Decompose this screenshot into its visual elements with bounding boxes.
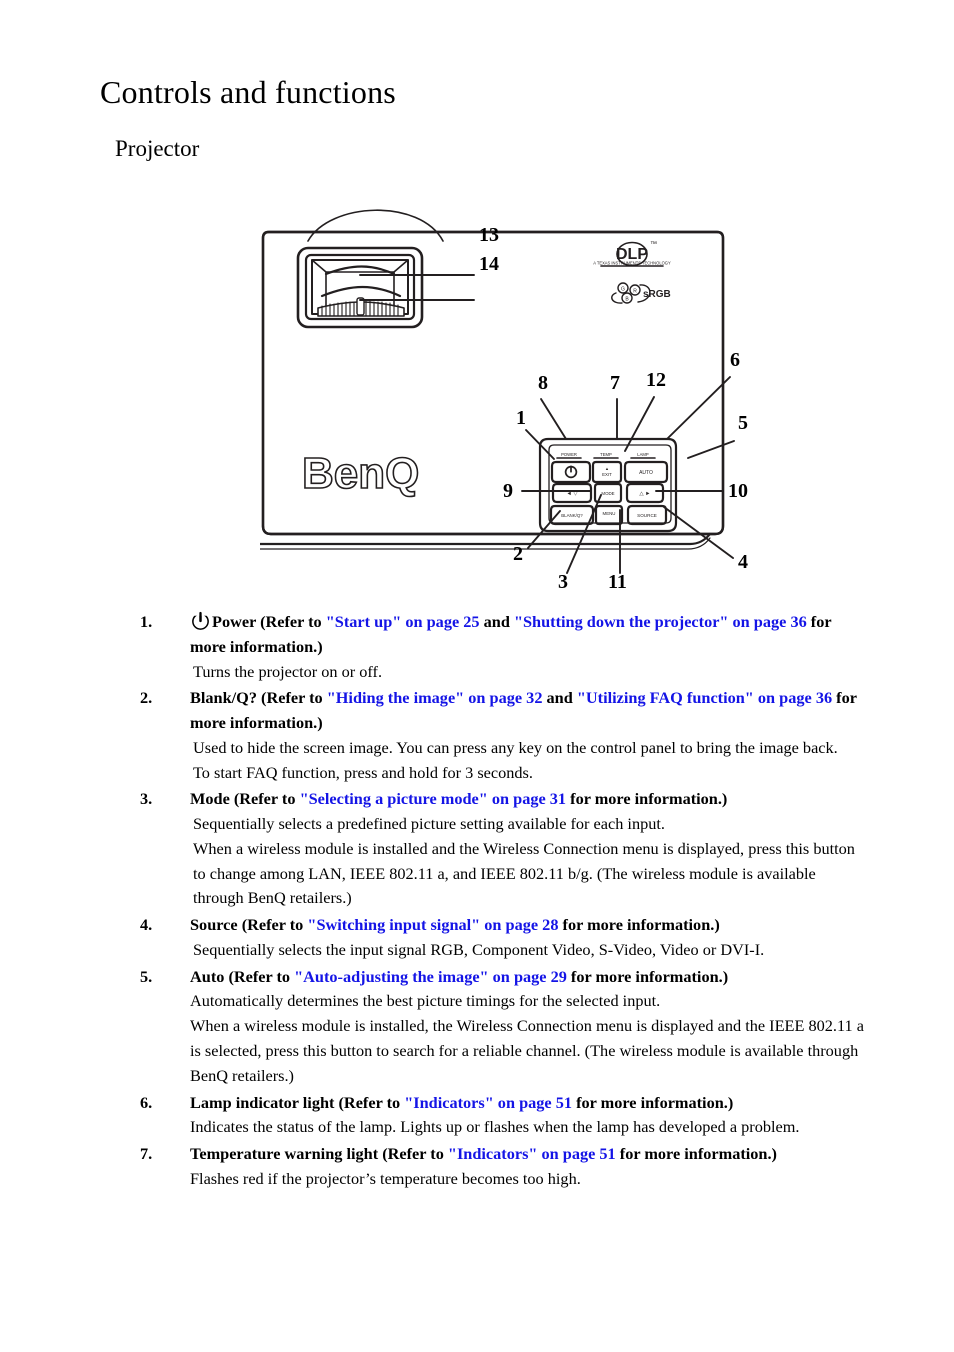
list-item-paragraph: Used to hide the screen image. You can p… <box>193 737 838 757</box>
list-item-paragraph: When a wireless module is installed and … <box>193 838 855 908</box>
list-item: 5. Auto (Refer to "Auto-adjusting the im… <box>140 965 864 1089</box>
carry-handle-icon <box>307 209 444 242</box>
list-item-number: 7. <box>140 1144 153 1164</box>
list-item: 7. Temperature warning light (Refer to "… <box>140 1142 864 1192</box>
keystone-right-label: △ ► <box>639 491 650 497</box>
source-button-label: SOURCE <box>637 513 657 518</box>
callout-6: 6 <box>730 349 740 371</box>
srgb-logo-text: sRGB <box>643 289 671 300</box>
cross-reference-link[interactable]: "Indicators" on page 51 <box>404 1093 572 1112</box>
callout-leaders <box>359 274 735 574</box>
document-page: Controls and functions Projector DLP ™ A… <box>0 0 954 1352</box>
list-item-paragraph: To start FAQ function, press and hold fo… <box>193 762 533 782</box>
keystone-left-label: ◄ ▽ <box>566 491 578 497</box>
list-item-paragraph: Sequentially selects the input signal RG… <box>193 939 765 959</box>
dlp-subtitle: A TEXAS INSTRUMENTS TECHNOLOGY <box>593 261 671 266</box>
list-item: 3. Mode (Refer to "Selecting a picture m… <box>140 787 864 911</box>
list-item-title-after: for more information.) <box>572 1092 734 1112</box>
cross-reference-link[interactable]: "Indicators" on page 51 <box>448 1144 616 1163</box>
exit-button-label: EXIT <box>602 472 612 477</box>
callout-14: 14 <box>479 253 499 275</box>
blank-button-label: BLANK/Q? <box>561 513 583 518</box>
callout-11: 11 <box>608 571 627 593</box>
controls-description-list: 1. Power (Refer to "Start up" on page 25… <box>140 610 864 1194</box>
mode-button-label: MODE <box>601 491 614 496</box>
callout-2: 2 <box>513 543 523 565</box>
list-item: 4. Source (Refer to "Switching input sig… <box>140 913 864 963</box>
list-item-title-after: for more information.) <box>566 789 728 809</box>
list-item-paragraph: Sequentially selects a predefined pictur… <box>193 814 665 834</box>
temp-indicator-label: TEMP <box>600 452 612 457</box>
list-item-number: 2. <box>140 688 153 708</box>
callout-7: 7 <box>610 372 620 394</box>
lamp-indicator-label: LAMP <box>637 452 649 457</box>
srgb-g-letter: G <box>621 287 625 293</box>
list-item-title-before: Power (Refer to <box>212 612 326 631</box>
page-title: Controls and functions <box>100 74 396 110</box>
dlp-tm-icon: ™ <box>650 241 657 248</box>
power-indicator-label: POWER <box>561 452 577 457</box>
list-item: 2. Blank/Q? (Refer to "Hiding the image"… <box>140 686 864 785</box>
list-item-title-before: Lamp indicator light (Refer to <box>190 1092 405 1112</box>
list-item-title-before: Auto (Refer to <box>190 966 295 986</box>
list-item: 6. Lamp indicator light (Refer to "Indic… <box>140 1091 864 1141</box>
callout-1: 1 <box>516 407 526 429</box>
list-item-conjunction: and <box>479 612 514 631</box>
benq-logo: BenQ <box>302 449 419 498</box>
srgb-b-letter: B <box>625 297 629 303</box>
projector-base-edge <box>260 532 712 546</box>
callout-13: 13 <box>479 224 499 246</box>
cross-reference-link[interactable]: "Shutting down the projector" on page 36 <box>514 612 807 631</box>
exit-caret-icon: ▲ <box>605 466 609 471</box>
srgb-r-letter: R <box>633 289 637 295</box>
focus-ring <box>324 265 396 276</box>
list-item-paragraph: Turns the projector on or off. <box>193 661 383 681</box>
callout-9: 9 <box>503 480 513 502</box>
list-item-number: 5. <box>140 966 153 986</box>
section-subtitle: Projector <box>115 136 200 161</box>
list-item-title-before: Blank/Q? (Refer to <box>190 688 327 708</box>
list-item-paragraph: When a wireless module is installed, the… <box>190 1016 864 1085</box>
list-item-title-after: for more information.) <box>558 915 720 935</box>
auto-button-label: AUTO <box>639 470 653 476</box>
callout-8: 8 <box>538 372 548 394</box>
projector-diagram: DLP ™ A TEXAS INSTRUMENTS TECHNOLOGY sRG… <box>260 196 780 596</box>
list-item-number: 6. <box>140 1092 153 1112</box>
list-item-paragraph: Flashes red if the projector’s temperatu… <box>190 1168 581 1188</box>
callout-12: 12 <box>646 369 666 391</box>
list-item-title-after: for more information.) <box>566 966 729 986</box>
zoom-ring <box>320 285 402 298</box>
list-item-title-before: Temperature warning light (Refer to <box>190 1144 448 1164</box>
list-item-title-before: Source (Refer to <box>190 915 308 935</box>
list-item-title-after: for more information.) <box>615 1144 777 1164</box>
list-item-number: 1. <box>140 612 153 631</box>
cross-reference-link[interactable]: "Utilizing FAQ function" on page 36 <box>577 688 832 707</box>
menu-button-label: MENU <box>603 511 616 516</box>
list-item-paragraph: Automatically determines the best pictur… <box>190 991 661 1011</box>
list-item: 1. Power (Refer to "Start up" on page 25… <box>140 610 864 684</box>
list-item-title-before: Mode (Refer to <box>190 789 300 809</box>
list-item-number: 4. <box>140 915 153 935</box>
cross-reference-link[interactable]: "Switching input signal" on page 28 <box>307 915 558 934</box>
callout-4: 4 <box>738 551 748 573</box>
callout-3: 3 <box>558 571 568 593</box>
callout-5: 5 <box>738 412 748 434</box>
callout-10: 10 <box>728 480 748 502</box>
cross-reference-link[interactable]: "Selecting a picture mode" on page 31 <box>300 789 567 808</box>
cross-reference-link[interactable]: "Auto-adjusting the image" on page 29 <box>294 967 567 986</box>
list-item-conjunction: and <box>542 688 577 708</box>
list-item-paragraph: Indicates the status of the lamp. Lights… <box>190 1117 800 1137</box>
power-symbol-icon <box>190 610 211 631</box>
cross-reference-link[interactable]: "Hiding the image" on page 32 <box>327 688 543 707</box>
list-item-number: 3. <box>140 789 153 809</box>
cross-reference-link[interactable]: "Start up" on page 25 <box>326 612 480 631</box>
